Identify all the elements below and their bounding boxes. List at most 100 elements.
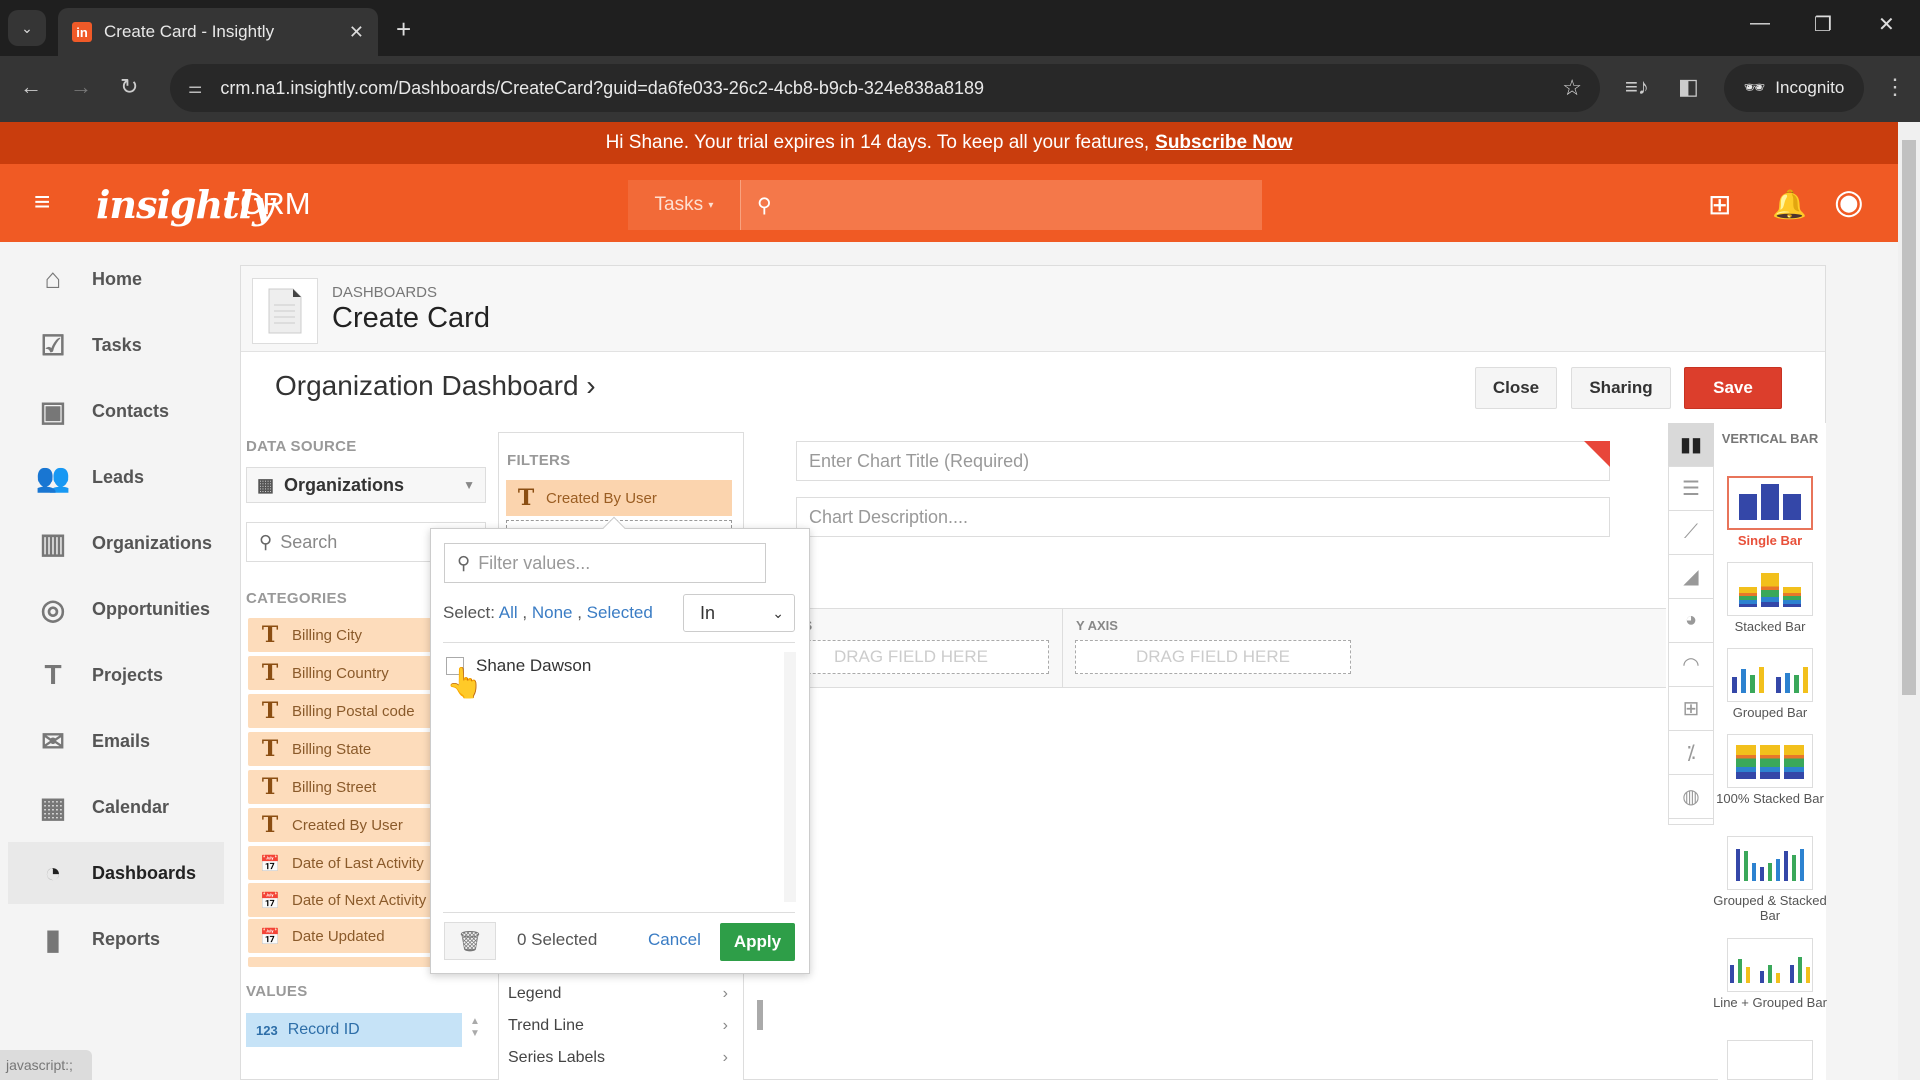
sidebar-item-contacts[interactable]: ▣ Contacts — [8, 380, 224, 442]
browser-tab[interactable]: in Create Card - Insightly ✕ — [58, 8, 378, 56]
sidebar-item-reports[interactable]: ▮ Reports — [8, 908, 224, 970]
tab-search-button[interactable]: ⌄ — [8, 10, 46, 46]
filter-values-input[interactable]: ⚲ Filter values... — [444, 543, 766, 583]
search-module-dropdown[interactable]: Tasks ▾ — [628, 180, 741, 230]
option-trend-line[interactable]: Trend Line › — [508, 1011, 736, 1041]
new-tab-button[interactable]: + — [396, 14, 411, 45]
breadcrumb[interactable]: DASHBOARDS — [332, 284, 437, 301]
table-icon[interactable]: ⊞ — [1668, 687, 1714, 731]
chart-type-stacked-bar[interactable] — [1727, 562, 1813, 616]
category-field[interactable]: T Billing Country — [248, 656, 438, 690]
close-tab-icon[interactable]: ✕ — [349, 22, 364, 43]
chart-description-placeholder: Chart Description.... — [809, 506, 969, 527]
field-label: Billing City — [292, 626, 363, 644]
values-scroll-arrows[interactable]: ▲ ▼ — [470, 1016, 480, 1040]
chart-title-input[interactable]: Enter Chart Title (Required) — [796, 441, 1610, 481]
data-source-select[interactable]: ▦ Organizations ▼ — [246, 467, 486, 503]
notifications-bell-icon[interactable]: 🔔 — [1772, 188, 1807, 221]
subscribe-now-link[interactable]: Subscribe Now — [1155, 132, 1292, 154]
sidebar-item-organizations[interactable]: ▥ Organizations — [8, 512, 224, 574]
chart-type-grouped-bar[interactable] — [1727, 648, 1813, 702]
bookmark-star-icon[interactable]: ☆ — [1562, 75, 1582, 101]
chart-type-single-bar[interactable] — [1727, 476, 1813, 530]
field-label: Date of Next Activity — [292, 891, 427, 909]
site-info-icon[interactable]: ⚌ — [188, 78, 202, 98]
category-field[interactable]: T Billing State — [248, 732, 438, 766]
sidebar-item-leads[interactable]: 👥 Leads — [8, 446, 224, 508]
minimize-icon[interactable]: — — [1750, 12, 1770, 35]
category-field[interactable]: T Created By User — [248, 808, 438, 842]
sidebar-item-opportunities[interactable]: ◎ Opportunities — [8, 578, 224, 640]
value-field-record-id[interactable]: 123 Record ID — [246, 1013, 462, 1047]
y-axis-drop-zone[interactable]: DRAG FIELD HERE — [1075, 640, 1351, 674]
sidebar-item-calendar[interactable]: ▦ Calendar — [8, 776, 224, 838]
horizontal-bar-icon[interactable]: ☰ — [1668, 467, 1714, 511]
cancel-button[interactable]: Cancel — [648, 930, 701, 950]
hamburger-menu-icon[interactable]: ≡ — [34, 188, 62, 216]
chart-type-line-grouped-bar[interactable] — [1727, 938, 1813, 992]
category-field[interactable]: T Billing City — [248, 618, 438, 652]
scatter-icon[interactable]: ⁒ — [1668, 731, 1714, 775]
sidebar-item-tasks[interactable]: ☑ Tasks — [8, 314, 224, 376]
options-scrollbar[interactable] — [757, 1000, 763, 1030]
operator-select[interactable]: In ⌄ — [683, 594, 795, 632]
incognito-label: Incognito — [1775, 78, 1845, 97]
pie-icon[interactable]: ◕ — [1668, 599, 1714, 643]
user-avatar-icon[interactable]: ◉ — [1834, 182, 1864, 222]
category-field-partial[interactable] — [248, 957, 438, 967]
selected-count: 0 Selected — [517, 930, 598, 949]
area-icon[interactable]: ◢ — [1668, 555, 1714, 599]
incognito-icon: 🕶 — [1743, 78, 1766, 97]
select-none-link[interactable]: None — [532, 603, 573, 622]
apply-button[interactable]: Apply — [720, 923, 795, 961]
gauge-icon[interactable]: ◠ — [1668, 643, 1714, 687]
incognito-badge[interactable]: 🕶 Incognito — [1724, 64, 1864, 112]
trash-icon: 🗑 — [457, 930, 483, 953]
restore-icon[interactable]: ❐ — [1814, 12, 1832, 37]
category-field[interactable]: T Billing Postal code — [248, 694, 438, 728]
category-field[interactable]: 📅 Date of Last Activity — [248, 846, 438, 880]
option-legend[interactable]: Legend › — [508, 979, 736, 1009]
close-window-icon[interactable]: ✕ — [1878, 12, 1895, 37]
option-label: Legend — [508, 985, 562, 1002]
back-icon[interactable]: ← — [20, 74, 42, 100]
insightly-favicon: in — [72, 22, 92, 42]
y-axis-label: Y AXIS — [1076, 618, 1118, 633]
globe-icon[interactable]: ◍ — [1668, 775, 1714, 819]
chart-type-grouped-stacked-bar[interactable] — [1727, 836, 1813, 890]
select-selected-link[interactable]: Selected — [587, 603, 653, 622]
category-field[interactable]: T Billing Street — [248, 770, 438, 804]
save-button[interactable]: Save — [1684, 367, 1782, 409]
side-panel-icon[interactable]: ◧ — [1678, 74, 1699, 100]
close-button[interactable]: Close — [1475, 367, 1557, 409]
chart-description-input[interactable]: Chart Description.... — [796, 497, 1610, 537]
clear-filter-button[interactable]: 🗑 — [444, 922, 496, 960]
chart-type-line-stacked-bar[interactable] — [1727, 1040, 1813, 1080]
x-axis-drop-zone[interactable]: DRAG FIELD HERE — [773, 640, 1049, 674]
category-field[interactable]: 📅 Date of Next Activity — [248, 883, 438, 917]
vertical-bar-icon[interactable]: ▮▮ — [1668, 423, 1714, 467]
sidebar-item-emails[interactable]: ✉ Emails — [8, 710, 224, 772]
chart-type-100-stacked-bar[interactable] — [1727, 734, 1813, 788]
reload-icon[interactable]: ↻ — [120, 74, 138, 100]
option-series-labels[interactable]: Series Labels › — [508, 1043, 736, 1073]
add-new-icon[interactable]: ⊞ — [1708, 188, 1731, 221]
media-control-icon[interactable]: ≡♪ — [1625, 74, 1649, 100]
line-icon[interactable]: ⟋ — [1668, 511, 1714, 555]
sidebar-item-projects[interactable]: T Projects — [8, 644, 224, 706]
page-scrollbar-thumb[interactable] — [1902, 140, 1916, 695]
dashboard-name-link[interactable]: Organization Dashboard › — [275, 370, 596, 402]
chevron-down-icon: ▼ — [463, 478, 475, 492]
values-list-scrollbar[interactable] — [784, 652, 796, 902]
sidebar-item-home[interactable]: ⌂ Home — [8, 248, 224, 310]
category-field[interactable]: 📅 Date Updated — [248, 919, 438, 953]
sharing-button[interactable]: Sharing — [1571, 367, 1671, 409]
filter-chip-created-by-user[interactable]: T Created By User — [506, 480, 732, 516]
sidebar-item-dashboards[interactable]: ◔ Dashboards — [8, 842, 224, 904]
global-search[interactable]: Tasks ▾ ⚲ — [628, 180, 1262, 230]
select-all-link[interactable]: All — [499, 603, 518, 622]
field-label: Billing Country — [292, 664, 389, 682]
browser-menu-icon[interactable]: ⋮ — [1884, 74, 1906, 100]
address-bar[interactable]: ⚌ crm.na1.insightly.com/Dashboards/Creat… — [170, 64, 1600, 112]
forward-icon[interactable]: → — [70, 74, 92, 100]
